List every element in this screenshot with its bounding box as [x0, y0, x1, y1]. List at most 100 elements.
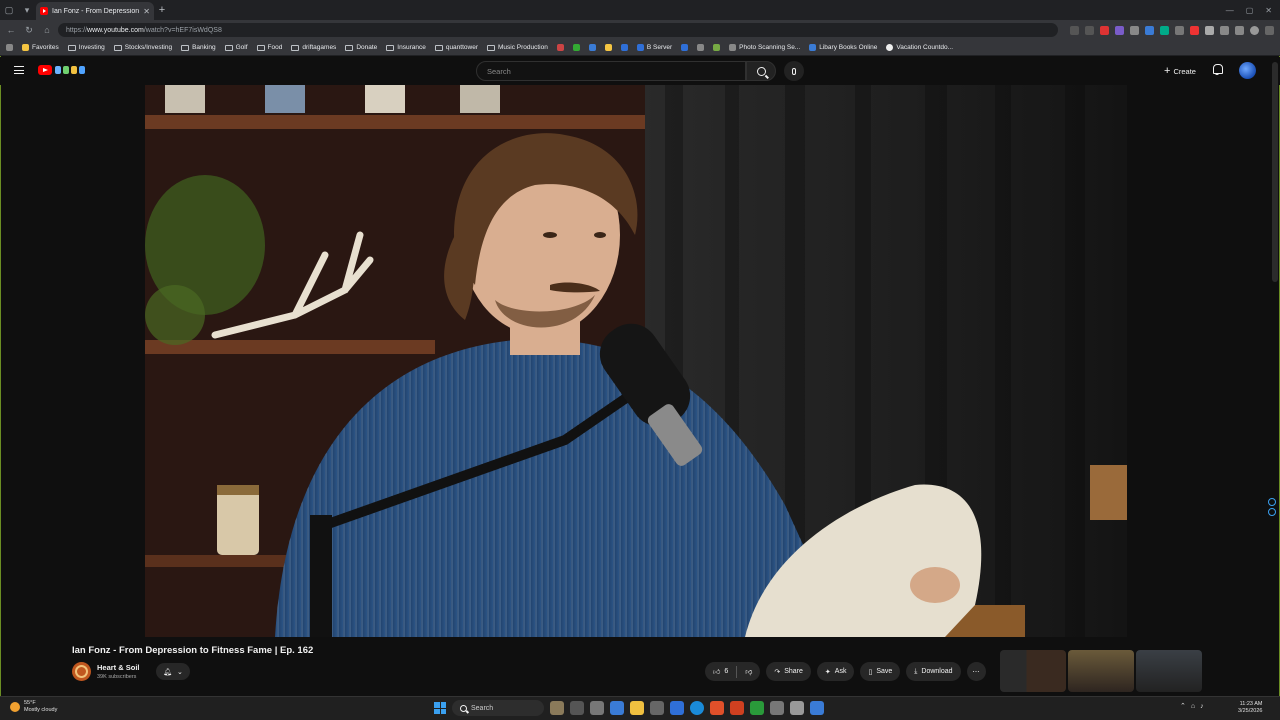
system-clock[interactable]: 11:23 AM 3/25/2026 — [1238, 701, 1262, 715]
tab-search-icon[interactable]: ▾ — [18, 1, 36, 19]
more-actions-button[interactable]: ⋯ — [966, 662, 986, 681]
phone-icon[interactable] — [572, 44, 580, 51]
related-video-thumbnail[interactable] — [1136, 650, 1202, 692]
profile-icon[interactable] — [1250, 25, 1259, 35]
search-button[interactable] — [746, 61, 776, 81]
download-button[interactable]: ⤓ Download — [906, 662, 961, 681]
video-title: Ian Fonz - From Depression to Fitness Fa… — [72, 645, 314, 656]
video-player[interactable] — [145, 85, 1127, 637]
refresh-icon[interactable]: ↻ — [22, 23, 36, 37]
channel-avatar[interactable] — [72, 662, 91, 681]
save-button[interactable]: ▯ Save — [860, 662, 901, 681]
keep-icon[interactable] — [604, 44, 612, 51]
bookmark-insurance[interactable]: Insurance — [386, 44, 426, 51]
tray-overflow-icon[interactable]: ⌃ — [1180, 702, 1186, 710]
bookmark-photo-scanning[interactable]: Photo Scanning Se... — [729, 44, 800, 51]
word-icon[interactable] — [620, 44, 628, 51]
extension-icon[interactable] — [1100, 25, 1109, 35]
favorites-icon[interactable] — [1220, 25, 1229, 35]
close-window-icon[interactable]: ✕ — [1265, 6, 1272, 15]
app-icon[interactable] — [790, 701, 804, 715]
extension-icon[interactable] — [1130, 25, 1139, 35]
app-icon[interactable] — [670, 701, 684, 715]
close-tab-icon[interactable]: ✕ — [143, 7, 150, 16]
store-icon[interactable] — [770, 701, 784, 715]
teams-icon[interactable] — [610, 701, 624, 715]
bookmark-quanttower[interactable]: quanttower — [434, 44, 478, 51]
side-panel-icons — [1268, 498, 1278, 518]
bookmark-banking[interactable]: Banking — [181, 44, 216, 51]
url-host: www.youtube.com — [87, 26, 144, 34]
calculator-icon[interactable] — [650, 701, 664, 715]
u-icon[interactable] — [681, 44, 689, 51]
extension-icon[interactable] — [1160, 25, 1169, 35]
maximize-window-icon[interactable]: ▢ — [1246, 6, 1254, 15]
new-tab-button[interactable]: + — [154, 4, 170, 16]
bookmark-music-production[interactable]: Music Production — [487, 44, 548, 51]
network-icon[interactable]: ⌂ — [1191, 703, 1195, 710]
copilot-icon[interactable] — [1268, 498, 1276, 506]
minimize-window-icon[interactable]: — — [1226, 6, 1234, 15]
favorite-star-icon[interactable] — [1085, 25, 1094, 35]
collections-icon[interactable] — [1235, 25, 1244, 35]
bookmark-vacation[interactable]: Vacation Countdo... — [886, 44, 953, 51]
bookmark-investing[interactable]: Investing — [67, 44, 105, 51]
back-icon[interactable]: ← — [4, 23, 18, 37]
bookmark-stocks-investing[interactable]: Stocks/Investing — [113, 44, 172, 51]
bookmark-golf[interactable]: Golf — [224, 44, 248, 51]
windows-start-icon[interactable] — [434, 702, 446, 714]
browser-menu-icon[interactable]: ▢ — [0, 1, 18, 19]
extension-icon[interactable] — [1205, 25, 1214, 35]
app-icon[interactable] — [810, 701, 824, 715]
task-view-icon[interactable] — [570, 701, 584, 715]
subscription-notifications-button[interactable]: 🔔︎ ⌄ — [156, 663, 190, 680]
voice-search-button[interactable] — [784, 61, 804, 81]
dollar-icon[interactable] — [713, 44, 721, 51]
gmail-icon[interactable] — [556, 44, 564, 51]
volume-icon[interactable]: ♪ — [1200, 703, 1204, 710]
browser-tab-active[interactable]: Ian Fonz - From Depression t ✕ — [36, 2, 154, 20]
bookmark-b-server[interactable]: B Server — [636, 44, 672, 51]
dislike-button[interactable]: 👎︎ — [745, 667, 752, 676]
related-video-thumbnail[interactable] — [1000, 650, 1066, 692]
extension-icon[interactable] — [1115, 25, 1124, 35]
related-video-thumbnail[interactable] — [1068, 650, 1134, 692]
bookmark-donate[interactable]: Donate — [345, 44, 377, 51]
sidebar-icon[interactable] — [1268, 508, 1276, 516]
share-button[interactable]: ↷ Share — [766, 662, 811, 681]
home-icon[interactable]: ⌂ — [40, 23, 54, 37]
search-input[interactable]: Search — [476, 61, 746, 81]
create-button[interactable]: + Create — [1158, 62, 1202, 80]
brave-icon[interactable] — [730, 701, 744, 715]
bookmark-library-books[interactable]: Libary Books Online — [809, 44, 877, 51]
edge-icon[interactable] — [690, 701, 704, 715]
bookmark-food[interactable]: Food — [256, 44, 282, 51]
bookmark-favorites[interactable]: Favorites — [22, 44, 59, 51]
like-button[interactable]: 👍︎ 6 — [713, 667, 728, 676]
notifications-bell-icon[interactable] — [1212, 64, 1223, 75]
youtube-logo-icon[interactable] — [38, 65, 52, 75]
read-aloud-icon[interactable] — [1070, 25, 1079, 35]
widgets-icon[interactable] — [550, 701, 564, 715]
settings-icon[interactable] — [590, 701, 604, 715]
xbox-icon[interactable] — [750, 701, 764, 715]
extension-icon[interactable] — [1190, 25, 1199, 35]
bookmarks-toggle-icon[interactable] — [6, 44, 13, 51]
bookmark-driftagames[interactable]: driftagames — [291, 44, 336, 51]
calendar-icon[interactable] — [588, 44, 596, 51]
channel-name[interactable]: Heart & Soil — [97, 663, 140, 672]
menu-icon[interactable] — [14, 66, 24, 74]
extension-icon[interactable] — [1175, 25, 1184, 35]
more-menu-icon[interactable] — [1265, 25, 1274, 35]
extension-icon[interactable] — [1145, 25, 1154, 35]
youtube-doodle-icon[interactable] — [55, 64, 89, 76]
file-explorer-icon[interactable] — [630, 701, 644, 715]
page-scrollbar[interactable] — [1272, 62, 1278, 282]
url-field[interactable]: https://www.youtube.com/watch?v=hEF7isWd… — [58, 23, 1058, 37]
ask-button[interactable]: ✦ Ask — [816, 662, 855, 681]
account-avatar[interactable] — [1239, 62, 1256, 79]
taskbar-search[interactable]: Search — [452, 700, 544, 716]
pin-icon[interactable] — [697, 44, 705, 51]
app-icon[interactable] — [710, 701, 724, 715]
weather-widget[interactable]: 55°F Mostly cloudy — [10, 700, 57, 714]
